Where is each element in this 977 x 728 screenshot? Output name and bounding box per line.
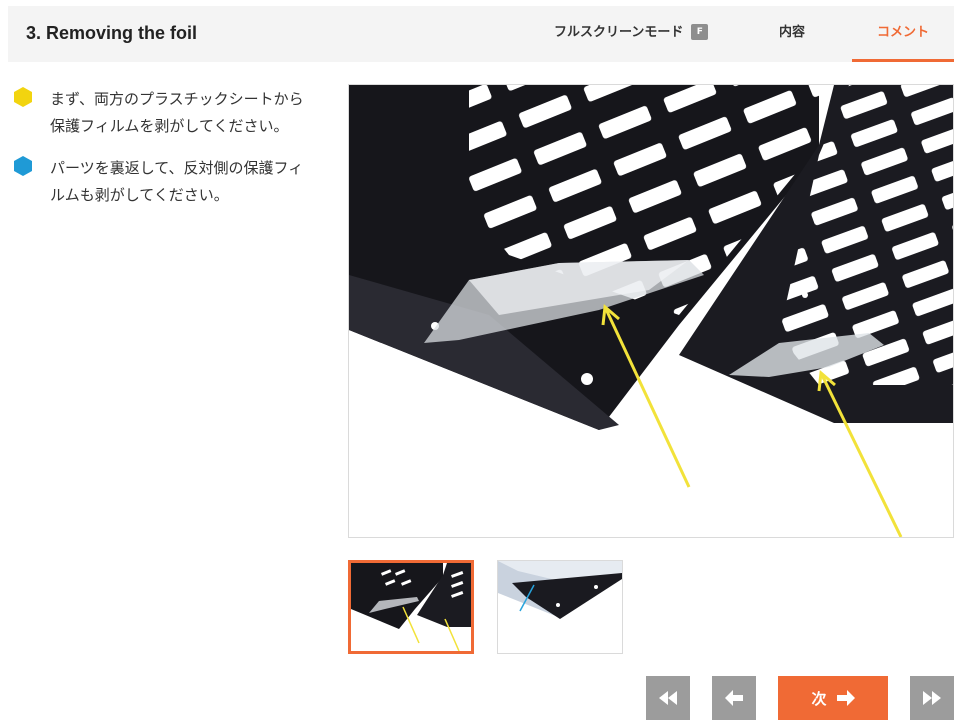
thumbnail-1[interactable] (348, 560, 474, 654)
tab-contents[interactable]: 内容 (779, 6, 805, 62)
step-bullet-1-text: まず、両方のプラスチックシートから保護フィルムを剥がしてください。 (50, 90, 304, 135)
step-bullet-1: まず、両方のプラスチックシートから保護フィルムを剥がしてください。 (14, 86, 314, 140)
thumbnail-2-image (498, 561, 622, 653)
plastic-sheets-photo (349, 85, 953, 537)
main-step-image[interactable] (348, 84, 954, 538)
next-step-label: 次 (811, 690, 827, 708)
yellow-bullet-icon (14, 87, 32, 107)
tab-comments[interactable]: コメント (852, 6, 954, 62)
blue-bullet-icon (14, 156, 32, 176)
arrow-left-icon (725, 690, 743, 706)
arrow-right-icon (836, 690, 855, 706)
previous-step-button[interactable] (712, 676, 756, 720)
step-header: 3. Removing the foil フルスクリーンモード F 内容 コメント (8, 6, 954, 62)
step-bullet-2: パーツを裏返して、反対側の保護フィルムも剥がしてください。 (14, 155, 314, 209)
first-step-button[interactable] (646, 676, 690, 720)
thumbnail-1-image (351, 563, 471, 651)
fullscreen-shortcut-badge: F (691, 24, 709, 40)
step-title: 3. Removing the foil (26, 23, 198, 43)
tab-fullscreen-label: フルスクリーンモード (554, 25, 684, 40)
double-arrow-right-icon (923, 691, 941, 705)
step-bullet-2-text: パーツを裏返して、反対側の保護フィルムも剥がしてください。 (50, 159, 304, 204)
last-step-button[interactable] (910, 676, 954, 720)
double-arrow-left-icon (659, 691, 677, 705)
tab-fullscreen[interactable]: フルスクリーンモード F (554, 6, 709, 62)
step-instructions: まず、両方のプラスチックシートから保護フィルムを剥がしてください。 パーツを裏返… (14, 86, 314, 224)
thumbnail-2[interactable] (497, 560, 623, 654)
next-step-button[interactable]: 次 (778, 676, 888, 720)
